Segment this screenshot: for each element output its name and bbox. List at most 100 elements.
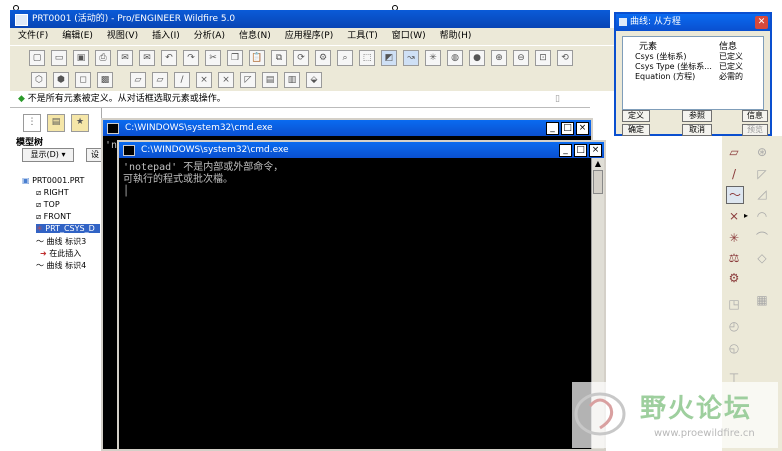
select-box-icon[interactable]: ⬚ bbox=[359, 49, 375, 66]
shell-tool-icon[interactable]: ◸ bbox=[754, 166, 770, 182]
info-button[interactable]: 信息 bbox=[742, 110, 768, 122]
menu-help[interactable]: 帮助(H) bbox=[440, 28, 472, 45]
open-file-icon[interactable]: ▭ bbox=[51, 49, 67, 66]
menu-info[interactable]: 信息(N) bbox=[239, 28, 271, 45]
sketch-icon[interactable]: ◩ bbox=[381, 49, 397, 66]
tree-item-csys[interactable]: ✳ PRT_CSYS_D bbox=[36, 224, 100, 233]
close-button[interactable]: × bbox=[576, 121, 589, 135]
tree-tab-icon[interactable]: ⋮ bbox=[23, 114, 41, 132]
menu-analysis[interactable]: 分析(A) bbox=[194, 28, 225, 45]
appearance-icon[interactable]: ◍ bbox=[447, 49, 463, 66]
ok-button[interactable]: 确定 bbox=[622, 124, 650, 136]
chamfer-tool-icon[interactable]: ◇ bbox=[754, 250, 770, 266]
hidden-line-icon[interactable]: ⬢ bbox=[53, 72, 69, 88]
layers-icon[interactable]: ▥ bbox=[284, 72, 300, 88]
cmd-window-front[interactable]: C:\WINDOWS\system32\cmd.exe _ □ × 'notep… bbox=[117, 140, 606, 451]
sketch-tool-icon[interactable]: ⚙ bbox=[726, 270, 742, 286]
shading-icon[interactable]: ● bbox=[469, 49, 485, 66]
preview-button[interactable]: 预览 bbox=[742, 124, 768, 136]
menu-file[interactable]: 文件(F) bbox=[18, 28, 48, 45]
regenerate-icon[interactable]: ⟳ bbox=[293, 49, 309, 66]
datum-planes-icon[interactable]: ▱ bbox=[130, 72, 146, 88]
tree-item-front[interactable]: ⧄ FRONT bbox=[36, 212, 71, 222]
close-button[interactable]: × bbox=[589, 143, 602, 157]
menu-insert[interactable]: 插入(I) bbox=[152, 28, 180, 45]
datum-plane-tool-icon[interactable]: ▱ bbox=[726, 144, 742, 160]
print-icon[interactable]: ⎙ bbox=[95, 49, 111, 66]
hole-tool-icon[interactable]: ⊛ bbox=[754, 144, 770, 160]
zoom-out-icon[interactable]: ⊖ bbox=[513, 49, 529, 66]
point-display-icon[interactable]: × bbox=[196, 72, 212, 88]
undo-icon[interactable]: ↶ bbox=[161, 49, 177, 66]
reference-button[interactable]: 参照 bbox=[682, 110, 712, 122]
menu-window[interactable]: 窗口(W) bbox=[392, 28, 426, 45]
table-row[interactable]: Equation (方程) bbox=[635, 71, 695, 82]
save-icon[interactable]: ▣ bbox=[73, 49, 89, 66]
datum-axis-tool-icon[interactable]: / bbox=[726, 166, 742, 182]
cmd-back-titlebar[interactable]: C:\WINDOWS\system32\cmd.exe _ □ × bbox=[103, 120, 591, 136]
regen-manager-icon[interactable]: ⚙ bbox=[315, 49, 331, 66]
tree-item-top[interactable]: ⧄ TOP bbox=[36, 200, 60, 210]
sweep-tool-icon[interactable]: ◵ bbox=[726, 340, 742, 356]
tree-item-part[interactable]: ▣ PRT0001.PRT bbox=[22, 176, 84, 185]
scroll-thumb[interactable] bbox=[593, 170, 603, 194]
rib-tool-icon[interactable]: ◿ bbox=[754, 186, 770, 202]
tree-item-curve4[interactable]: 〜 曲线 标识4 bbox=[36, 260, 100, 271]
view-manager-icon[interactable]: ▤ bbox=[262, 72, 278, 88]
revolve-tool-icon[interactable]: ◴ bbox=[726, 318, 742, 334]
csys-display-icon[interactable]: ⨯ bbox=[218, 72, 234, 88]
shaded-icon[interactable]: ▩ bbox=[97, 72, 113, 88]
model-icon[interactable]: ⬙ bbox=[306, 72, 322, 88]
new-file-icon[interactable]: ▢ bbox=[29, 49, 45, 66]
extrude-tool-icon[interactable]: ◳ bbox=[726, 296, 742, 312]
wireframe-icon[interactable]: ⬡ bbox=[31, 72, 47, 88]
paste-special-icon[interactable]: ⧉ bbox=[271, 49, 287, 66]
menu-applications[interactable]: 应用程序(P) bbox=[285, 28, 333, 45]
find-icon[interactable]: ⌕ bbox=[337, 49, 353, 66]
datum-curve-tool-icon[interactable]: 〜 bbox=[726, 186, 744, 204]
menu-edit[interactable]: 编辑(E) bbox=[62, 28, 93, 45]
favorites-tab-icon[interactable]: ★ bbox=[71, 114, 89, 132]
minimize-button[interactable]: _ bbox=[559, 143, 572, 157]
draft-tool-icon[interactable]: ◠ bbox=[754, 208, 770, 224]
analysis-tool-icon[interactable]: ⚖ bbox=[726, 250, 742, 266]
menu-tools[interactable]: 工具(T) bbox=[347, 28, 378, 45]
tree-item-curve3[interactable]: 〜 曲线 标识3 bbox=[36, 236, 100, 247]
annotation-icon[interactable]: ◸ bbox=[240, 72, 256, 88]
tree-item-insert-here[interactable]: ➜ 在此插入 bbox=[40, 248, 81, 259]
define-button[interactable]: 定义 bbox=[622, 110, 650, 122]
scroll-up-arrow-icon[interactable]: ▲ bbox=[592, 158, 604, 170]
datum-curve-icon[interactable]: ↝ bbox=[403, 49, 419, 66]
round-tool-icon[interactable]: ⌒ bbox=[754, 230, 770, 246]
flyout-arrow-icon[interactable]: ▸ bbox=[742, 208, 750, 224]
pattern-tool-icon[interactable]: ▦ bbox=[754, 292, 770, 308]
email-link-icon[interactable]: ✉ bbox=[139, 49, 155, 66]
dialog-titlebar[interactable]: 曲线: 从方程 ✕ bbox=[616, 14, 770, 31]
axis-display-icon[interactable]: / bbox=[174, 72, 190, 88]
console-output[interactable]: 'notepad' 不是内部或外部命令， 可執行的程式或批次檔。 │ bbox=[123, 162, 283, 198]
csys-tool-icon[interactable]: ✳ bbox=[726, 230, 742, 246]
minimize-button[interactable]: _ bbox=[546, 121, 559, 135]
redo-icon[interactable]: ↷ bbox=[183, 49, 199, 66]
model-tree-panel: ⋮ ▤ ★ 模型树 显示(D) ▾ 设 ▣ PRT0001.PRT ⧄ RIGH… bbox=[10, 108, 104, 451]
tree-item-right[interactable]: ⧄ RIGHT bbox=[36, 188, 69, 198]
tree-display-button[interactable]: 显示(D) ▾ bbox=[22, 148, 74, 162]
menu-view[interactable]: 视图(V) bbox=[107, 28, 138, 45]
email-icon[interactable]: ✉ bbox=[117, 49, 133, 66]
datum-point-tool-icon[interactable]: ⨯ bbox=[726, 208, 742, 224]
folder-tab-icon[interactable]: ▤ bbox=[47, 114, 65, 132]
close-icon[interactable]: ✕ bbox=[755, 16, 768, 29]
zoom-in-icon[interactable]: ⊕ bbox=[491, 49, 507, 66]
cmd-front-titlebar[interactable]: C:\WINDOWS\system32\cmd.exe _ □ × bbox=[119, 142, 604, 158]
paste-icon[interactable]: 📋 bbox=[249, 49, 265, 66]
cancel-button[interactable]: 取消 bbox=[682, 124, 712, 136]
maximize-button[interactable]: □ bbox=[561, 121, 574, 135]
cut-icon[interactable]: ✂ bbox=[205, 49, 221, 66]
refit-icon[interactable]: ⊡ bbox=[535, 49, 551, 66]
datum-axes-icon[interactable]: ▱ bbox=[152, 72, 168, 88]
maximize-button[interactable]: □ bbox=[574, 143, 587, 157]
copy-icon[interactable]: ❐ bbox=[227, 49, 243, 66]
reorient-icon[interactable]: ⟲ bbox=[557, 49, 573, 66]
spin-center-icon[interactable]: ✳ bbox=[425, 49, 441, 66]
no-hidden-icon[interactable]: ◻ bbox=[75, 72, 91, 88]
